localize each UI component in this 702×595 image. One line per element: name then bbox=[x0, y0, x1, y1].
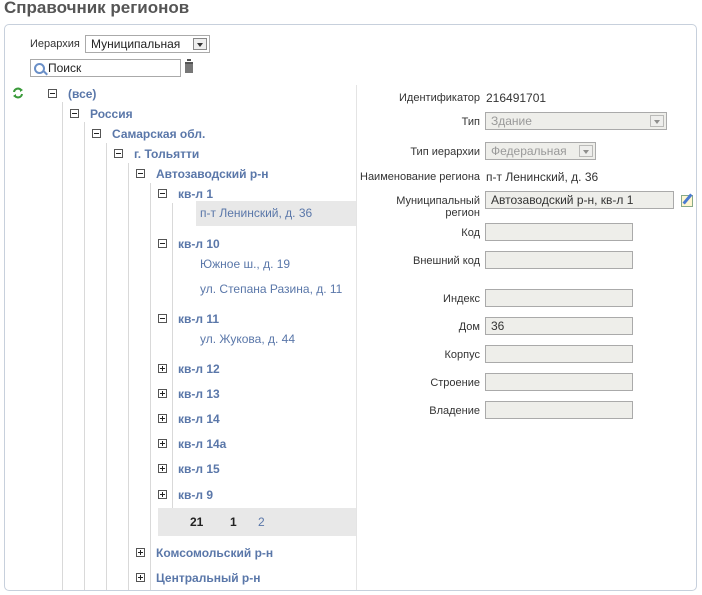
collapse-icon[interactable] bbox=[136, 169, 145, 178]
trash-icon[interactable] bbox=[185, 59, 193, 73]
region-name-value: п-т Ленинский, д. 36 bbox=[486, 170, 599, 184]
expand-icon[interactable] bbox=[158, 439, 167, 448]
tree-node-samara[interactable]: Самарская обл. bbox=[112, 127, 205, 141]
possession-label: Владение bbox=[429, 405, 480, 417]
code-field bbox=[485, 223, 633, 241]
ext-code-label: Внешний код bbox=[412, 255, 480, 267]
hier-type-select: Федеральная bbox=[485, 142, 596, 160]
type-select-value: Здание bbox=[491, 114, 532, 128]
hierarchy-label: Иерархия bbox=[30, 38, 80, 50]
muni-region-field: Автозаводский р-н, кв-л 1 bbox=[485, 191, 674, 209]
tree-node-collapsed[interactable]: кв-л 12 bbox=[178, 362, 220, 376]
refresh-icon[interactable] bbox=[12, 87, 24, 99]
tree-node-collapsed[interactable]: кв-л 14 bbox=[178, 412, 220, 426]
chevron-down-icon[interactable] bbox=[193, 38, 207, 50]
chevron-down-icon bbox=[579, 145, 593, 157]
ext-code-field bbox=[485, 251, 633, 269]
korpus-label: Корпус bbox=[444, 349, 480, 361]
tree-node-district[interactable]: Комсомольский р-н bbox=[156, 546, 273, 560]
tree-node-kvl11[interactable]: кв-л 11 bbox=[178, 312, 219, 326]
type-label: Тип bbox=[461, 116, 480, 128]
chevron-down-icon bbox=[650, 115, 664, 127]
expand-icon[interactable] bbox=[158, 414, 167, 423]
korpus-field bbox=[485, 345, 633, 363]
edit-icon[interactable] bbox=[681, 195, 693, 207]
tree-node-all[interactable]: (все) bbox=[68, 87, 96, 101]
pager-current: 1 bbox=[230, 515, 237, 529]
tree-node-tolyatti[interactable]: г. Тольятти bbox=[134, 147, 199, 161]
tree-node-kvl1[interactable]: кв-л 1 bbox=[178, 187, 213, 201]
house-label: Дом bbox=[458, 321, 480, 333]
expand-icon[interactable] bbox=[158, 464, 167, 473]
id-label: Идентификатор bbox=[399, 92, 480, 104]
collapse-icon[interactable] bbox=[158, 239, 167, 248]
tree-node-collapsed[interactable]: кв-л 13 bbox=[178, 387, 220, 401]
expand-icon[interactable] bbox=[136, 573, 145, 582]
house-field: 36 bbox=[485, 317, 633, 335]
pager-first[interactable]: 21 bbox=[190, 515, 203, 529]
collapse-icon[interactable] bbox=[48, 89, 57, 98]
building-field bbox=[485, 373, 633, 391]
collapse-icon[interactable] bbox=[114, 149, 123, 158]
search-placeholder: Поиск bbox=[48, 61, 82, 75]
hierarchy-select-value: Муниципальная bbox=[91, 37, 181, 51]
collapse-icon[interactable] bbox=[92, 129, 101, 138]
search-icon bbox=[34, 63, 45, 74]
tree-leaf[interactable]: ул. Жукова, д. 44 bbox=[200, 332, 295, 346]
tree-node-collapsed[interactable]: кв-л 14а bbox=[178, 437, 226, 451]
tree-node-avtozavod[interactable]: Автозаводский р-н bbox=[156, 167, 268, 181]
hier-type-label: Тип иерархии bbox=[410, 146, 480, 158]
collapse-icon[interactable] bbox=[70, 109, 79, 118]
expand-icon[interactable] bbox=[136, 548, 145, 557]
code-label: Код bbox=[461, 227, 480, 239]
expand-icon[interactable] bbox=[158, 389, 167, 398]
building-label: Строение bbox=[430, 377, 480, 389]
region-name-label: Наименование региона bbox=[360, 171, 481, 183]
tree-leaf-selected[interactable]: п-т Ленинский, д. 36 bbox=[196, 201, 356, 226]
tree-node-collapsed[interactable]: кв-л 9 bbox=[178, 488, 213, 502]
id-value: 216491701 bbox=[486, 91, 547, 105]
hierarchy-select[interactable]: Муниципальная bbox=[85, 35, 210, 53]
possession-field bbox=[485, 401, 633, 419]
hier-type-select-value: Федеральная bbox=[491, 144, 567, 158]
page-title: Справочник регионов bbox=[4, 0, 190, 17]
tree-node-district[interactable]: Центральный р-н bbox=[156, 571, 261, 585]
tree-leaf[interactable]: Южное ш., д. 19 bbox=[200, 257, 290, 271]
muni-region-label: Муниципальный регион bbox=[396, 195, 480, 219]
expand-icon[interactable] bbox=[158, 364, 167, 373]
tree-node-kvl10[interactable]: кв-л 10 bbox=[178, 237, 220, 251]
tree-node-collapsed[interactable]: кв-л 15 bbox=[178, 462, 220, 476]
type-select: Здание bbox=[485, 112, 667, 130]
collapse-icon[interactable] bbox=[158, 314, 167, 323]
collapse-icon[interactable] bbox=[158, 189, 167, 198]
search-input[interactable]: Поиск bbox=[30, 59, 181, 77]
expand-icon[interactable] bbox=[158, 490, 167, 499]
tree-pager: 21 1 2 bbox=[158, 508, 356, 536]
tree-leaf[interactable]: ул. Степана Разина, д. 11 bbox=[200, 282, 342, 296]
tree-node-russia[interactable]: Россия bbox=[90, 107, 133, 121]
pager-next[interactable]: 2 bbox=[258, 515, 265, 529]
index-field bbox=[485, 289, 633, 307]
index-label: Индекс bbox=[443, 293, 480, 305]
